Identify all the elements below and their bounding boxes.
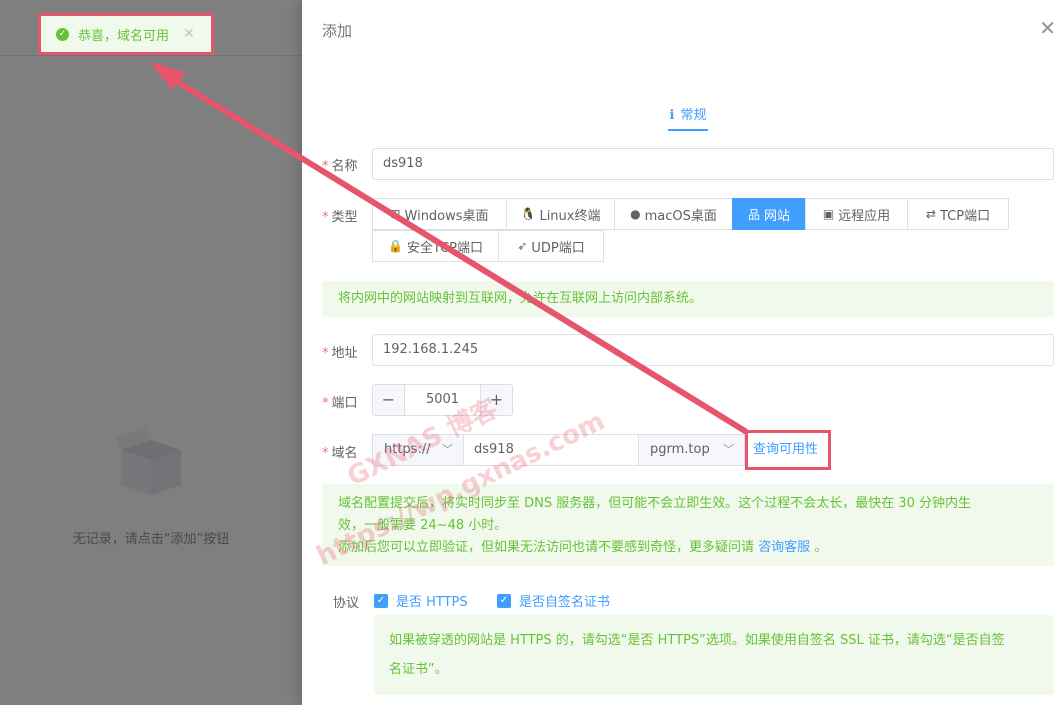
toast-message: 恭喜，域名可用 [78, 28, 170, 44]
close-icon[interactable]: ✕ [183, 26, 195, 42]
check-circle-icon: ✓ [56, 27, 69, 41]
annotation-arrow [150, 62, 748, 434]
success-toast: ✓ 恭喜，域名可用 ✕ [38, 13, 214, 55]
